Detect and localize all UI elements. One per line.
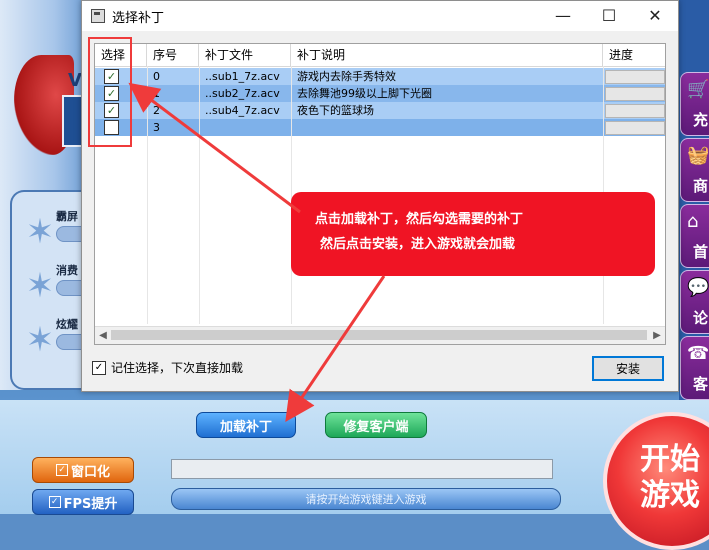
star-icon: ✶: [25, 320, 55, 360]
row-progress: [605, 70, 665, 84]
row-desc: [291, 119, 603, 136]
table-row[interactable]: ✓ 0 ..sub1_7z.acv 游戏内去除手秀特效: [95, 68, 665, 85]
right-menu-label: 首: [693, 243, 709, 261]
window-mode-button[interactable]: ✓ 窗口化: [32, 457, 134, 483]
start-label-line2: 游戏: [640, 478, 700, 513]
chat-icon: 💬: [687, 277, 709, 298]
checkbox-icon: ✓: [48, 496, 61, 508]
column-divider: [291, 66, 292, 324]
scroll-left-icon[interactable]: ◀: [95, 327, 111, 344]
table-row[interactable]: ✓ 2 ..sub4_7z.acv 夜色下的篮球场: [95, 102, 665, 119]
row-index: 1: [153, 87, 160, 100]
side-button-label: 霸屏: [56, 210, 78, 223]
row-file: ..sub2_7z.acv: [205, 87, 280, 100]
right-menu-label: 客: [693, 375, 709, 393]
side-button-xuan-yao[interactable]: ✶ 炫耀: [22, 316, 92, 362]
right-menu-recharge[interactable]: 🛒 充: [680, 72, 709, 136]
side-button-label: 消费: [56, 264, 78, 277]
start-label-line1: 开始: [640, 442, 700, 477]
callout-line1: 点击加载补丁，然后勾选需要的补丁: [315, 212, 524, 227]
window-icon: [91, 9, 105, 23]
maximize-button[interactable]: ☐: [586, 1, 632, 31]
right-menu-forum[interactable]: 💬 论: [680, 270, 709, 334]
fps-boost-button[interactable]: ✓ FPS提升: [32, 489, 134, 515]
row-file: ..sub1_7z.acv: [205, 70, 280, 83]
instruction-callout: 点击加载补丁，然后勾选需要的补丁 然后点击安装，进入游戏就会加载: [291, 192, 655, 276]
side-button-label: 炫耀: [56, 318, 78, 331]
row-file: ..sub4_7z.acv: [205, 104, 280, 117]
side-button-ba-ping[interactable]: ✶ 霸屏: [22, 208, 92, 254]
side-button-xiao-fei[interactable]: ✶ 消费: [22, 262, 92, 308]
column-header-file[interactable]: 补丁文件: [199, 44, 291, 66]
row-index: 0: [153, 70, 160, 83]
right-menu-label: 充: [693, 111, 709, 129]
checkbox-icon[interactable]: ✓: [92, 360, 106, 375]
fps-boost-label: FPS提升: [63, 496, 118, 512]
row-index: 3: [153, 121, 160, 134]
download-progress-bar: [171, 459, 553, 479]
install-button[interactable]: 安装: [592, 356, 664, 381]
minimize-button[interactable]: —: [540, 1, 586, 31]
scrollbar-thumb[interactable]: [111, 330, 647, 340]
highlight-box: [88, 37, 132, 147]
row-progress: [605, 121, 665, 135]
right-menu-shop[interactable]: 🧺 商: [680, 138, 709, 202]
table-row[interactable]: ✓ 1 ..sub2_7z.acv 去除舞池99级以上脚下光圈: [95, 85, 665, 102]
basket-icon: 🧺: [687, 145, 709, 166]
remember-selection-checkbox[interactable]: ✓ 记住选择，下次直接加载: [92, 359, 243, 376]
column-header-progress[interactable]: 进度: [603, 44, 665, 66]
status-progress-bar: 请按开始游戏键进入游戏: [171, 488, 561, 510]
column-header-index[interactable]: 序号: [147, 44, 199, 66]
service-icon: ☎: [687, 343, 709, 364]
horizontal-scrollbar[interactable]: ◀ ▶: [95, 326, 665, 344]
right-menu-home[interactable]: ⌂ 首: [680, 204, 709, 268]
load-patch-button[interactable]: 加载补丁: [196, 412, 296, 438]
list-header: 选择 序号 补丁文件 补丁说明 进度: [95, 44, 665, 67]
row-file: [199, 119, 291, 136]
row-index: 2: [153, 104, 160, 117]
right-menu-label: 商: [693, 177, 709, 195]
right-menu-label: 论: [693, 309, 709, 327]
row-desc: 游戏内去除手秀特效: [297, 70, 396, 83]
home-icon: ⌂: [687, 211, 699, 232]
remember-selection-label: 记住选择，下次直接加载: [111, 361, 244, 375]
scroll-right-icon[interactable]: ▶: [649, 327, 665, 344]
star-icon: ✶: [25, 266, 55, 306]
column-divider: [147, 66, 148, 324]
checkbox-icon: ✓: [55, 464, 68, 476]
row-desc: 夜色下的篮球场: [297, 104, 374, 117]
close-button[interactable]: ✕: [632, 1, 678, 31]
dialog-titlebar[interactable]: 选择补丁 — ☐ ✕: [82, 1, 678, 31]
row-desc: 去除舞池99级以上脚下光圈: [297, 87, 432, 100]
dialog-title: 选择补丁: [112, 11, 165, 26]
status-text: 请按开始游戏键进入游戏: [305, 493, 427, 506]
repair-client-button[interactable]: 修复客户端: [325, 412, 427, 438]
column-divider: [199, 66, 200, 324]
row-progress: [605, 87, 665, 101]
right-menu-service[interactable]: ☎ 客: [680, 336, 709, 400]
star-icon: ✶: [25, 212, 55, 252]
window-mode-label: 窗口化: [70, 464, 110, 480]
start-game-label[interactable]: 开始 游戏: [640, 442, 708, 514]
table-row[interactable]: 3: [95, 119, 665, 136]
cart-icon: 🛒: [687, 79, 709, 100]
callout-line2: 然后点击安装，进入游戏就会加载: [320, 237, 516, 252]
column-header-desc[interactable]: 补丁说明: [291, 44, 603, 66]
row-progress: [605, 104, 665, 118]
